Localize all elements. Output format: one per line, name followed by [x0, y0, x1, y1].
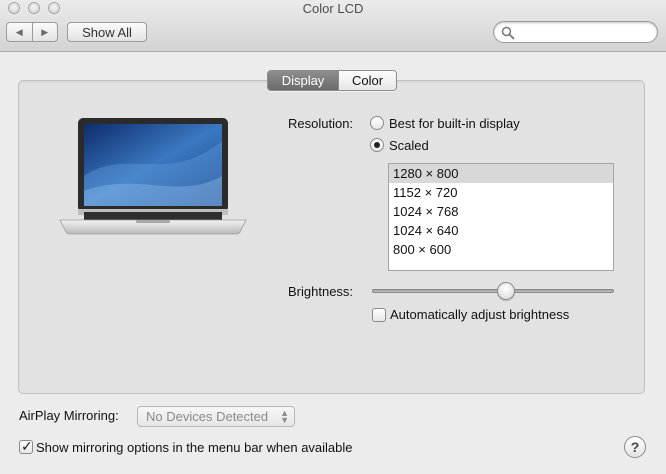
back-arrow-icon: ◀ — [15, 26, 23, 37]
airplay-device-value: No Devices Detected — [146, 409, 269, 424]
resolution-item[interactable]: 800 × 600 — [389, 240, 613, 259]
brightness-label: Brightness: — [288, 284, 354, 299]
auto-brightness-checkbox[interactable] — [372, 308, 386, 322]
popup-arrows-icon: ▲ ▼ — [280, 408, 289, 425]
forward-arrow-icon: ▶ — [41, 26, 49, 37]
resolution-item[interactable]: 1024 × 768 — [389, 202, 613, 221]
brightness-slider-track[interactable] — [372, 289, 614, 293]
help-button[interactable]: ? — [624, 436, 646, 458]
resolution-list[interactable]: 1280 × 800 1152 × 720 1024 × 768 1024 × … — [388, 163, 614, 271]
resolution-item[interactable]: 1024 × 640 — [389, 221, 613, 240]
best-for-display-radio[interactable] — [370, 116, 384, 130]
resolution-item[interactable]: 1280 × 800 — [389, 164, 613, 183]
checkmark-icon: ✓ — [21, 438, 33, 454]
show-all-button[interactable]: Show All — [67, 22, 147, 42]
back-button[interactable]: ◀ — [7, 23, 32, 41]
auto-brightness-label[interactable]: Automatically adjust brightness — [390, 307, 569, 322]
airplay-mirroring-label: AirPlay Mirroring: — [19, 408, 119, 423]
show-mirroring-checkbox[interactable]: ✓ — [19, 438, 33, 454]
search-field[interactable] — [493, 21, 658, 43]
macbook-illustration — [59, 118, 247, 235]
show-mirroring-label[interactable]: Show mirroring options in the menu bar w… — [36, 440, 353, 455]
resolution-label: Resolution: — [288, 116, 354, 131]
scaled-label[interactable]: Scaled — [389, 138, 429, 153]
scaled-radio[interactable] — [370, 138, 384, 152]
settings-tab-bar: Display Color — [267, 70, 397, 91]
tab-display[interactable]: Display — [268, 71, 338, 90]
best-for-display-label[interactable]: Best for built-in display — [389, 116, 520, 131]
window-titlebar: Color LCD ◀ ▶ Show All — [0, 0, 666, 52]
search-icon — [501, 26, 515, 40]
resolution-item[interactable]: 1152 × 720 — [389, 183, 613, 202]
back-forward-control: ◀ ▶ — [6, 22, 58, 42]
airplay-device-popup[interactable]: No Devices Detected ▲ ▼ — [137, 406, 295, 427]
forward-button[interactable]: ▶ — [31, 23, 58, 41]
tab-color[interactable]: Color — [338, 71, 396, 90]
window-title: Color LCD — [302, 1, 364, 16]
